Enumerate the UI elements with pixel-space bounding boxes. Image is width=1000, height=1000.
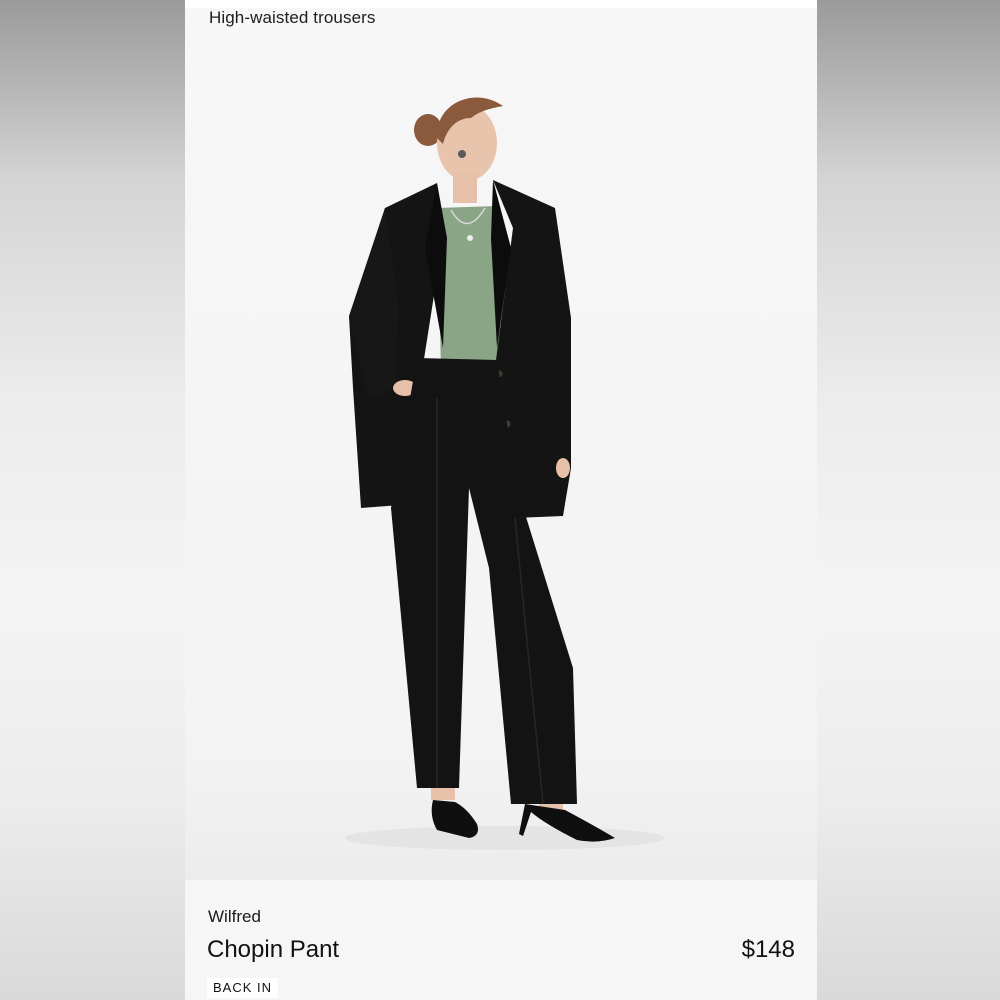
- back-in-badge: BACK IN: [207, 978, 279, 998]
- image-caption: High-waisted trousers: [209, 8, 376, 27]
- product-photo[interactable]: [185, 48, 817, 880]
- model-illustration: [345, 97, 665, 850]
- product-price: $148: [741, 936, 795, 963]
- product-name[interactable]: Chopin Pant: [207, 936, 339, 964]
- product-card[interactable]: High-waisted trousers Wilfred Chopin Pan…: [185, 0, 817, 1000]
- product-info: Wilfred Chopin Pant $148 BACK IN: [185, 880, 817, 1000]
- top-bar: [185, 0, 817, 8]
- brand-name[interactable]: Wilfred: [208, 907, 261, 927]
